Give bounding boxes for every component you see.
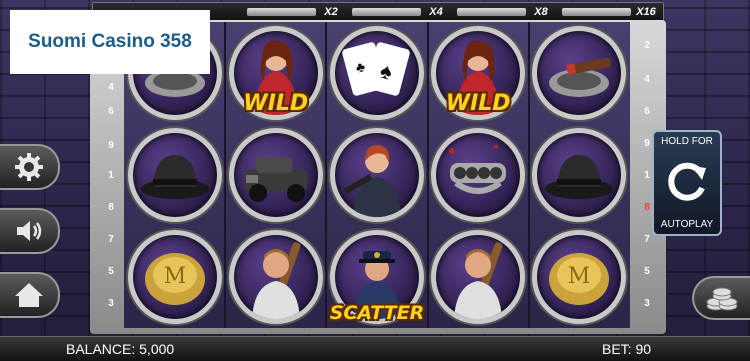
- gangster-woman-icon: [343, 145, 401, 217]
- payline-number: 3: [108, 298, 114, 309]
- reel-1-symbol-3: M: [124, 226, 225, 328]
- payline-number: 8: [108, 202, 114, 213]
- svg-text:M: M: [568, 264, 591, 289]
- multiplier-x16: X16: [636, 6, 656, 18]
- brass-knuckles-symbol: [431, 128, 526, 222]
- fedora-hat-symbol: [127, 128, 222, 222]
- settings-button[interactable]: [0, 144, 60, 190]
- fedora-hat-icon: [140, 155, 209, 199]
- gear-icon: [15, 153, 43, 181]
- reel-4-symbol-1: WILD: [428, 22, 529, 124]
- coin-stack-icon: [706, 287, 738, 311]
- balance-display: BALANCE: 5,000: [66, 341, 175, 357]
- playing-cards-icon: ♠♣: [342, 42, 410, 96]
- reel-3-symbol-2: [326, 124, 427, 226]
- spin-arrow-icon: [668, 162, 706, 201]
- multiplier-x8: X8: [534, 6, 548, 18]
- payline-number: 4: [108, 82, 114, 93]
- payline-number: 6: [644, 106, 650, 117]
- gold-ring-symbol: M: [127, 230, 222, 324]
- thug-with-bat-icon: [251, 242, 301, 319]
- payline-number: 3: [644, 298, 650, 309]
- payline-number: 4: [644, 74, 650, 85]
- reel-2-symbol-2: [225, 124, 326, 226]
- reel-3-symbol-3: SCATTER: [326, 226, 427, 328]
- payline-number: 9: [108, 140, 114, 151]
- thug-with-bat-symbol: [228, 230, 323, 324]
- autoplay-spin-button[interactable]: HOLD FOR AUTOPLAY: [652, 130, 722, 236]
- svg-text:M: M: [163, 264, 186, 289]
- reel-3-symbol-1: ♠ ♣: [326, 22, 427, 124]
- vintage-car-icon: [243, 157, 308, 202]
- casino-logo: Suomi Casino 358: [10, 10, 210, 74]
- gold-ring-symbol: M: [532, 230, 627, 324]
- reel-separator: [426, 22, 429, 328]
- gangster-woman-symbol: [329, 128, 424, 222]
- reel-2-symbol-1: WILD: [225, 22, 326, 124]
- reel-4-symbol-2: [428, 124, 529, 226]
- payline-number: 5: [644, 266, 650, 277]
- payline-number: 6: [108, 106, 114, 117]
- sound-button[interactable]: [0, 208, 60, 254]
- payline-number: 1: [108, 170, 114, 181]
- reel-1-symbol-2: [124, 124, 225, 226]
- gold-ring-icon: M: [549, 253, 610, 305]
- fedora-hat-icon: [545, 155, 614, 199]
- bet-display: BET: 90: [602, 341, 652, 357]
- reel-5-symbol-2: [529, 124, 630, 226]
- reel-2-symbol-3: [225, 226, 326, 328]
- brass-knuckles-icon: [449, 145, 507, 194]
- payline-number: 2: [644, 40, 650, 51]
- multiplier-x4: X4: [429, 6, 443, 18]
- autoplay-hint-bottom: AUTOPLAY: [660, 219, 714, 230]
- multiplier-x2: X2: [324, 6, 338, 18]
- home-button[interactable]: [0, 272, 60, 318]
- autoplay-hint-top: HOLD FOR: [661, 136, 713, 147]
- thug-with-bat-symbol: [431, 230, 526, 324]
- payline-number: 5: [108, 266, 114, 277]
- home-icon: [15, 283, 43, 307]
- vintage-car-symbol: [228, 128, 323, 222]
- playing-cards-symbol: ♠ ♣: [329, 26, 424, 120]
- speaker-icon: [17, 221, 42, 241]
- scatter-label: SCATTER: [329, 302, 425, 324]
- wild-label: WILD: [243, 91, 309, 116]
- reel-separator: [325, 22, 328, 328]
- bet-coins-button[interactable]: [692, 276, 750, 320]
- reel-5-symbol-3: M: [529, 226, 630, 328]
- cigar-ashtray-icon: [549, 57, 612, 97]
- payline-number: 7: [108, 234, 114, 245]
- cigar-ashtray-symbol: [532, 26, 627, 120]
- wild-label: WILD: [445, 91, 511, 116]
- gold-ring-icon: M: [144, 253, 205, 305]
- fedora-hat-symbol: [532, 128, 627, 222]
- reel-4-symbol-3: [428, 226, 529, 328]
- reel-separator: [527, 22, 530, 328]
- thug-with-bat-icon: [454, 242, 503, 319]
- status-bar: BALANCE: 5,000 BET: 90: [0, 336, 750, 361]
- reel-separator: [224, 22, 227, 328]
- reel-5-symbol-1: [529, 22, 630, 124]
